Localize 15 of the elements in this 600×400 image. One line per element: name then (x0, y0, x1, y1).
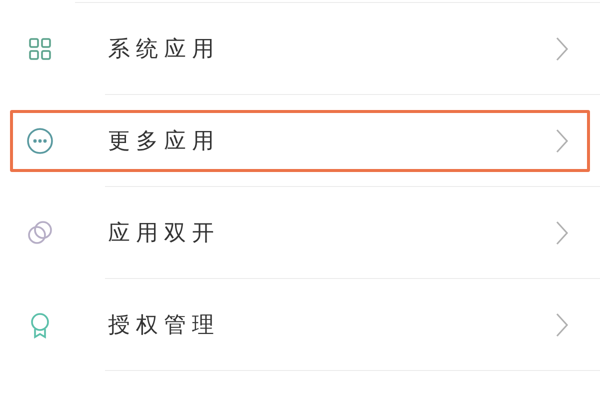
item-label: 系统应用 (108, 36, 221, 64)
item-label: 应用双开 (108, 220, 221, 248)
settings-row[interactable]: 系统应用 (10, 18, 590, 80)
item-label: 授权管理 (108, 312, 221, 340)
item-label: 更多应用 (108, 128, 221, 156)
chevron-right-icon (555, 36, 569, 62)
chevron-right-icon (555, 128, 569, 154)
chevron-right-icon (555, 220, 569, 246)
settings-row[interactable]: 应用双开 (10, 202, 590, 264)
more-icon (26, 127, 54, 155)
grid-icon (26, 35, 54, 63)
settings-row[interactable]: 更多应用 (10, 110, 590, 172)
settings-row[interactable]: 授权管理 (10, 294, 590, 356)
overlapping-circles-icon (26, 219, 54, 247)
chevron-right-icon (555, 312, 569, 338)
